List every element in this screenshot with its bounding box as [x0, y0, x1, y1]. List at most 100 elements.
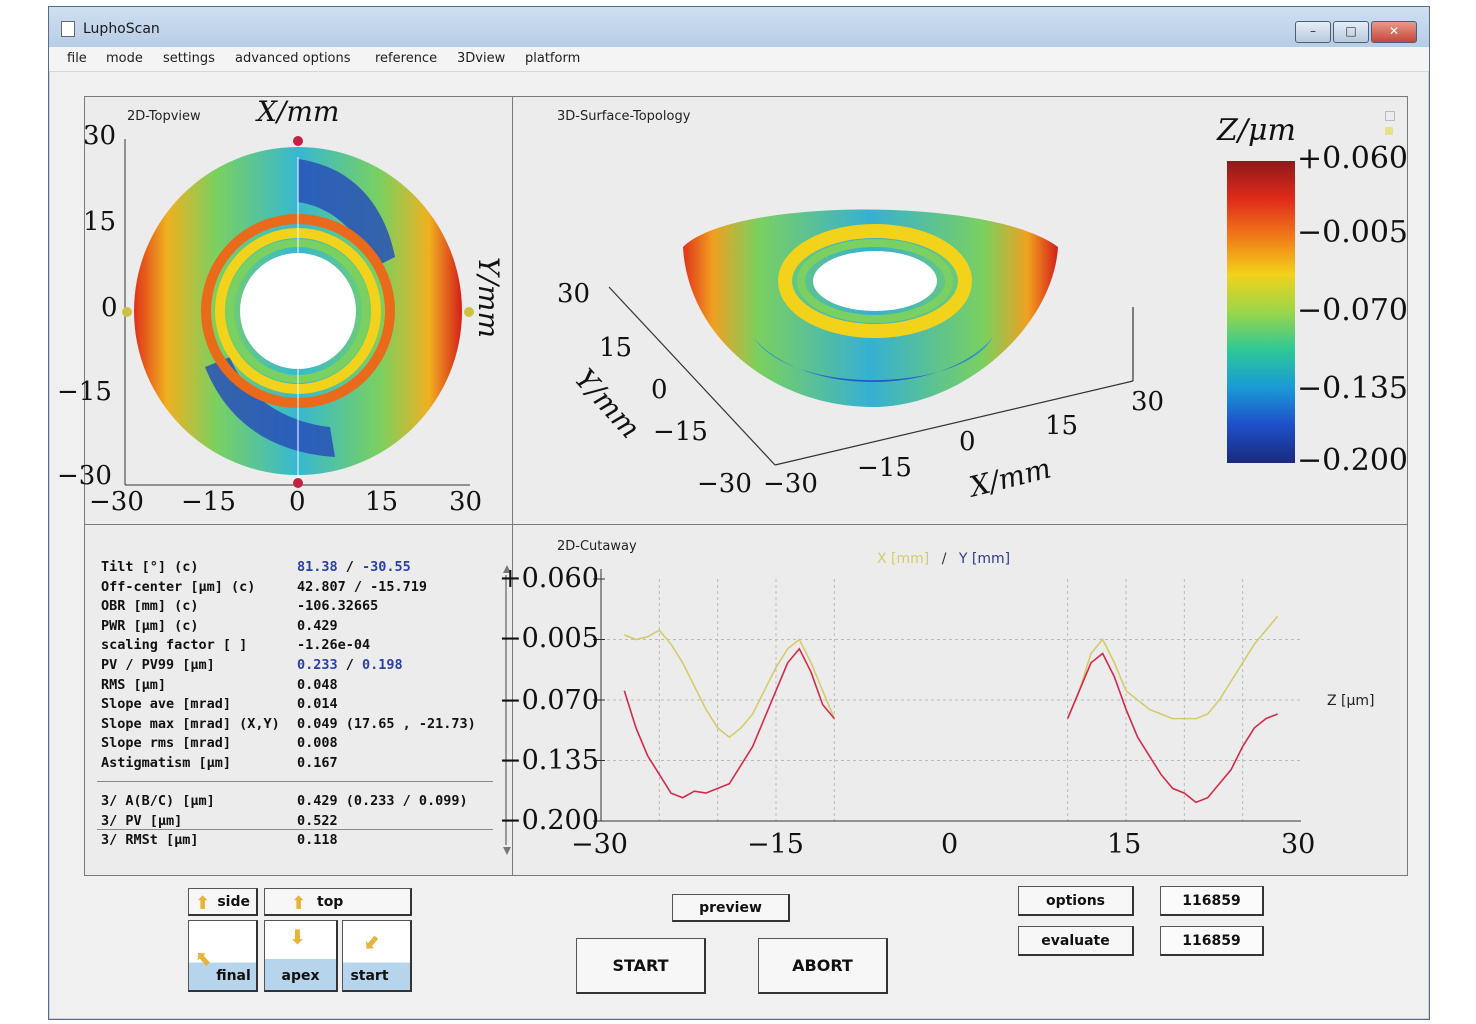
arrow-icon: ⬆	[189, 944, 218, 974]
stat-value: 0.118	[297, 832, 338, 849]
stat-value-primary: 81.38	[297, 559, 338, 575]
stat-label: Slope max [mrad] (X,Y)	[101, 715, 280, 732]
final-position-button[interactable]: ⬆ final	[188, 920, 258, 992]
topview-y-tick: 0	[101, 293, 118, 323]
arrow-up-icon: ⬆	[291, 893, 307, 914]
cutaway-y-tick: +0.060	[499, 563, 599, 594]
cutaway-chart[interactable]	[513, 525, 1407, 875]
view-toggle-icon[interactable]	[1385, 127, 1393, 135]
preview-button[interactable]: preview	[672, 894, 790, 922]
view-toggle-icon[interactable]	[1385, 111, 1395, 121]
stat-label: PWR [μm] (c)	[101, 617, 199, 634]
title-bar: LuphoScan – □ ✕	[49, 7, 1429, 48]
stat-value: 81.38 / -30.55	[297, 559, 411, 575]
apex-position-button[interactable]: ⬇ apex	[264, 920, 338, 992]
options-button[interactable]: options	[1018, 886, 1134, 916]
surface3d-x-tick: 30	[1131, 387, 1165, 417]
cutaway-y-tick: −0.135	[499, 745, 599, 776]
series-x-line	[624, 629, 836, 739]
surface3d-y-tick: 30	[557, 279, 591, 309]
stat-value: 0.429 (0.233 / 0.099)	[297, 793, 468, 809]
series-x-line	[1066, 615, 1279, 720]
menu-mode[interactable]: mode	[106, 51, 143, 66]
stat-value: 0.167	[297, 755, 338, 771]
top-view-button[interactable]: ⬆ top	[264, 888, 412, 916]
minimize-button[interactable]: –	[1295, 21, 1331, 43]
topview-x-tick: 0	[289, 487, 306, 517]
surface3d-y-tick: −15	[653, 417, 708, 447]
topview-plot[interactable]	[85, 97, 513, 525]
topview-y-tick: 30	[83, 121, 117, 151]
menu-file[interactable]: file	[67, 51, 87, 66]
stat-value: 0.049 (17.65 , -21.73)	[297, 715, 476, 732]
colorbar	[1227, 161, 1295, 463]
cutaway-x-tick: 0	[941, 829, 959, 860]
stat-label: PV / PV99 [μm]	[101, 657, 215, 673]
menu-settings[interactable]: settings	[163, 51, 215, 66]
menu-reference[interactable]: reference	[375, 51, 437, 66]
topview-y-tick: −15	[57, 377, 112, 407]
stat-value: 0.233 / 0.198	[297, 657, 403, 673]
topview-x-tick: −30	[89, 487, 144, 517]
abort-button[interactable]: ABORT	[758, 938, 888, 994]
stat-label: Slope ave [mrad]	[101, 696, 232, 713]
serial-field-1[interactable]: 116859	[1160, 886, 1264, 916]
stat-label: 3/ PV [μm]	[101, 812, 183, 829]
maximize-button[interactable]: □	[1333, 21, 1369, 43]
surface3d-y-tick: −30	[697, 469, 752, 499]
cutaway-y-tick: −0.005	[499, 623, 599, 654]
stat-value: -1.26e-04	[297, 637, 371, 654]
start-position-button[interactable]: ⬇ start	[342, 920, 412, 992]
stat-value-secondary: -30.55	[362, 559, 411, 575]
stat-label: RMS [μm]	[101, 676, 167, 693]
colorbar-label: −0.135	[1297, 371, 1409, 406]
stat-label: OBR [mm] (c)	[101, 598, 199, 615]
colorbar-label: +0.060	[1297, 141, 1409, 176]
surface3d-y-tick: 0	[651, 375, 668, 405]
menu-3dview[interactable]: 3Dview	[457, 51, 505, 66]
side-view-button[interactable]: ⬆ side	[188, 888, 258, 916]
surface3d-y-tick: 15	[599, 333, 633, 363]
colorbar-label: −0.070	[1297, 293, 1409, 328]
stat-label: Slope rms [mrad]	[101, 735, 232, 752]
topview-x-tick: −15	[181, 487, 236, 517]
stat-label: Tilt [°] (c)	[101, 559, 199, 575]
app-icon	[61, 21, 75, 37]
cutaway-x-tick: −15	[747, 829, 804, 860]
colorbar-label: −0.200	[1297, 443, 1409, 478]
stat-value: 0.429	[297, 617, 338, 634]
stat-label: Astigmatism [μm]	[101, 755, 232, 771]
topview-y-tick: 15	[83, 207, 117, 237]
topview-x-tick: 30	[449, 487, 483, 517]
surface3d-x-tick: 0	[959, 427, 976, 457]
stat-value: 0.522	[297, 812, 338, 829]
stat-value: -106.32665	[297, 598, 379, 615]
arrow-icon: ⬇	[357, 928, 386, 958]
colorbar-label: −0.005	[1297, 215, 1409, 250]
topview-inner-hole	[240, 253, 356, 369]
surface3d-x-tick: 15	[1045, 411, 1079, 441]
stat-value-secondary: 0.198	[362, 657, 403, 673]
stats-panel: Tilt [°] (c) 81.38 / -30.55 Off-center [μm…	[84, 524, 514, 876]
evaluate-button[interactable]: evaluate	[1018, 926, 1134, 956]
menu-advanced-options[interactable]: advanced options	[235, 51, 351, 66]
stat-value: 0.048	[297, 676, 338, 693]
surface3d-x-tick: −15	[857, 453, 912, 483]
cutaway-x-tick: −30	[571, 829, 628, 860]
stat-value: 0.014	[297, 696, 338, 713]
cutaway-y-tick: −0.070	[499, 685, 599, 716]
cutaway-x-tick: 30	[1281, 829, 1316, 860]
stat-value-primary: 0.233	[297, 657, 338, 673]
series-y-line	[623, 647, 835, 799]
close-button[interactable]: ✕	[1371, 21, 1417, 43]
menu-bar: file mode settings advanced options refe…	[49, 47, 1429, 72]
surface3d-panel: 3D-Surface-Topology 30 15 0 −15 −30 Y/mm…	[512, 96, 1408, 526]
menu-platform[interactable]: platform	[525, 51, 580, 66]
cutaway-panel: 2D-Cutaway X [mm] / Y [mm] Z [μm] +0.060…	[499, 524, 1408, 876]
serial-field-2[interactable]: 116859	[1160, 926, 1264, 956]
series-y-line	[1066, 652, 1278, 804]
stat-label: 3/ RMSt [μm]	[101, 832, 199, 849]
stat-value-separator: /	[337, 657, 363, 673]
start-button[interactable]: START	[576, 938, 706, 994]
stat-value: 42.807 / -15.719	[297, 578, 428, 595]
